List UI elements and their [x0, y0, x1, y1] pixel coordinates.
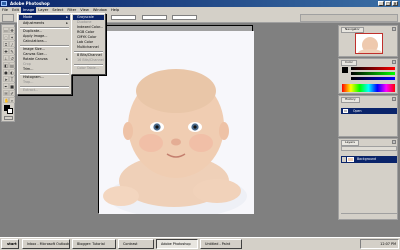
dodge-tool-icon[interactable]: ◐	[9, 69, 15, 75]
baby-photo	[99, 31, 254, 214]
magic-wand-icon[interactable]: ✶	[9, 34, 15, 40]
clock[interactable]: 12:07 PM	[380, 242, 396, 246]
blend-mode-select[interactable]	[341, 146, 397, 151]
menu-item-trap[interactable]: Trap...	[19, 80, 70, 85]
background-color-swatch[interactable]	[7, 108, 13, 114]
photoshop-icon	[1, 1, 7, 6]
color-ramp[interactable]	[342, 84, 395, 92]
taskbar: start Inbox - Microsoft Outlook Blogger:…	[0, 237, 400, 250]
red-slider[interactable]	[351, 67, 395, 70]
panel-close-icon[interactable]	[392, 27, 396, 31]
task-paint[interactable]: Untitled - Paint	[200, 239, 242, 249]
tab-history[interactable]: History	[341, 97, 360, 103]
panel-close-icon[interactable]	[392, 97, 396, 101]
history-item-label: Open	[353, 109, 362, 113]
eye-icon[interactable]	[342, 157, 346, 162]
eyedropper-icon[interactable]: ✐	[9, 90, 15, 96]
menu-item-adjustments[interactable]: Adjustments	[19, 21, 70, 26]
task-photoshop[interactable]: Adobe Photoshop	[156, 239, 198, 249]
mode-submenu: Grayscale Duotone Indexed Color... RGB C…	[71, 13, 106, 75]
layers-panel: Layers Background	[338, 138, 398, 220]
gradient-tool-icon[interactable]: ▤	[9, 62, 15, 68]
layers-footer	[341, 213, 397, 219]
system-tray: 12:07 PM	[360, 239, 399, 249]
document-icon	[343, 109, 348, 113]
history-brush-icon[interactable]: ↺	[9, 55, 15, 61]
minimize-button[interactable]: _	[378, 1, 384, 6]
tool-preset-icon[interactable]	[2, 14, 14, 22]
maximize-button[interactable]: □	[385, 1, 391, 6]
green-slider[interactable]	[351, 72, 395, 75]
task-outlook[interactable]: Inbox - Microsoft Outlook	[22, 239, 70, 249]
color-fg-swatch[interactable]	[342, 67, 348, 73]
menu-item-extract[interactable]: Extract...	[19, 88, 70, 93]
layer-thumbnail	[347, 157, 354, 162]
quick-mask-icon[interactable]	[4, 116, 13, 120]
history-panel: History Open	[338, 95, 398, 137]
shape-tool-icon[interactable]: ■	[9, 83, 15, 89]
color-panel: Color	[338, 58, 398, 94]
menu-item-mode[interactable]: Mode	[19, 15, 70, 20]
close-button[interactable]: ×	[392, 1, 398, 6]
toolbox: ▭ ✥ ◌ ✶ ⌗ ∕ ✚ ✎ ⊥ ↺ ◧ ▤ ● ◐ ➤ T ✒ ■ ✉ ✐ …	[1, 24, 15, 122]
tab-color[interactable]: Color	[341, 60, 357, 66]
palette-well[interactable]	[300, 14, 398, 22]
move-tool-icon[interactable]: ✥	[9, 27, 15, 33]
task-blogger[interactable]: Blogger: Tutorial	[72, 239, 116, 249]
menu-item-color-table[interactable]: Color Table...	[73, 66, 104, 71]
menu-item-multichannel[interactable]: Multichannel	[73, 45, 104, 50]
brush-tool-icon[interactable]: ✎	[9, 48, 15, 54]
title-bar[interactable]: Adobe Photoshop _ □ ×	[0, 0, 400, 7]
type-tool-icon[interactable]: T	[9, 76, 15, 82]
slice-tool-icon[interactable]: ∕	[9, 41, 15, 47]
image-menu-dropdown: Mode Adjustments Duplicate... Apply Imag…	[17, 13, 72, 95]
options-field-2[interactable]	[142, 15, 167, 20]
window-title: Adobe Photoshop	[10, 0, 50, 6]
layer-name: Background	[357, 157, 377, 161]
navigator-thumbnail[interactable]	[355, 33, 383, 54]
document-window	[98, 25, 254, 214]
navigator-panel: Navigator	[338, 25, 398, 57]
options-field-3[interactable]	[172, 15, 197, 20]
panel-close-icon[interactable]	[392, 60, 396, 64]
history-item-open[interactable]: Open	[341, 108, 397, 114]
blue-slider[interactable]	[351, 77, 395, 80]
task-contrast[interactable]: Contrast	[118, 239, 154, 249]
menu-item-trim[interactable]: Trim...	[19, 67, 70, 72]
menu-item-calculations[interactable]: Calculations...	[19, 39, 70, 44]
menu-item-16-bits[interactable]: 16 Bits/Channel	[73, 58, 104, 63]
zoom-tool-icon[interactable]: ⌕	[9, 97, 15, 103]
options-field-1[interactable]	[111, 15, 136, 20]
start-button[interactable]: start	[1, 239, 19, 249]
navigator-thumbnail-image	[358, 37, 382, 53]
panel-close-icon[interactable]	[392, 140, 396, 144]
